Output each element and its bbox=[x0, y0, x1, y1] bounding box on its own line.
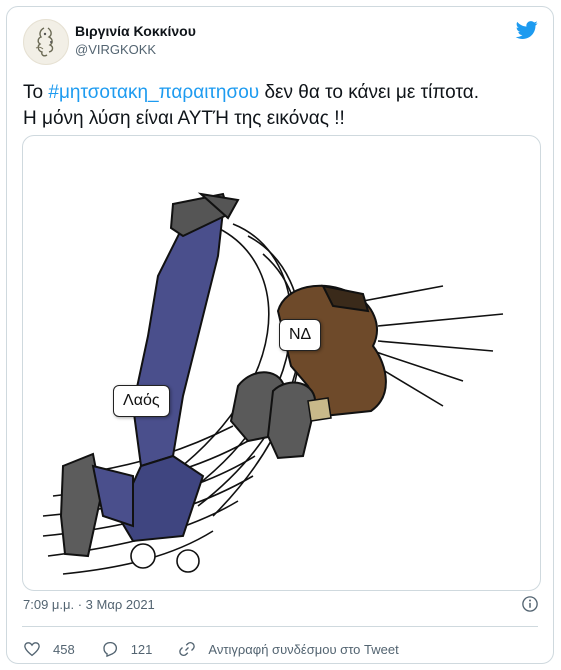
author-avatar[interactable] bbox=[23, 19, 69, 65]
tweet-timestamp[interactable]: 7:09 μ.μ. · 3 Μαρ 2021 bbox=[23, 597, 155, 612]
party-figure bbox=[229, 284, 387, 460]
reply-button[interactable]: 121 bbox=[101, 640, 153, 658]
author-handle[interactable]: @VIRGKOKK bbox=[75, 42, 156, 57]
heart-icon bbox=[24, 642, 40, 657]
tweet-text-prefix: Το bbox=[23, 82, 49, 103]
like-count: 458 bbox=[53, 641, 75, 657]
tweet-card[interactable]: Βιργινία Κοκκίνου @VIRGKOKK Το #μητσοτακ… bbox=[6, 6, 554, 664]
label-party: ΝΔ bbox=[279, 319, 322, 351]
like-button[interactable]: 458 bbox=[23, 640, 75, 658]
reply-icon bbox=[103, 641, 117, 658]
reply-count: 121 bbox=[130, 641, 153, 657]
hashtag-link[interactable]: #μητσοτακη_παραιτησου bbox=[48, 82, 259, 103]
tweet-actions: 458 121 Αντιγραφή συνδέσμου στο Tweet bbox=[23, 637, 425, 661]
tweet-text-line-1: Το #μητσοτακη_παραιτησου δεν θα το κάνει… bbox=[23, 80, 533, 106]
cartoon-illustration bbox=[42, 192, 504, 575]
info-icon[interactable] bbox=[521, 595, 539, 613]
tweet-text-suffix: δεν θα το κάνει με τίποτα. bbox=[259, 82, 479, 103]
divider bbox=[22, 626, 538, 627]
tweet-image[interactable]: Λαός ΝΔ bbox=[22, 135, 541, 591]
link-icon bbox=[179, 641, 196, 657]
copy-link-label: Αντιγραφή συνδέσμου στο Tweet bbox=[208, 641, 399, 657]
label-people: Λαός bbox=[113, 385, 170, 417]
tweet-text: Το #μητσοτακη_παραιτησου δεν θα το κάνει… bbox=[23, 80, 533, 132]
tweet-text-line-2: Η μόνη λύση είναι ΑΥΤΉ της εικόνας !! bbox=[23, 108, 345, 129]
copy-link-button[interactable]: Αντιγραφή συνδέσμου στο Tweet bbox=[178, 640, 399, 658]
author-name[interactable]: Βιργινία Κοκκίνου bbox=[75, 23, 196, 39]
twitter-bird-icon[interactable] bbox=[515, 19, 539, 41]
